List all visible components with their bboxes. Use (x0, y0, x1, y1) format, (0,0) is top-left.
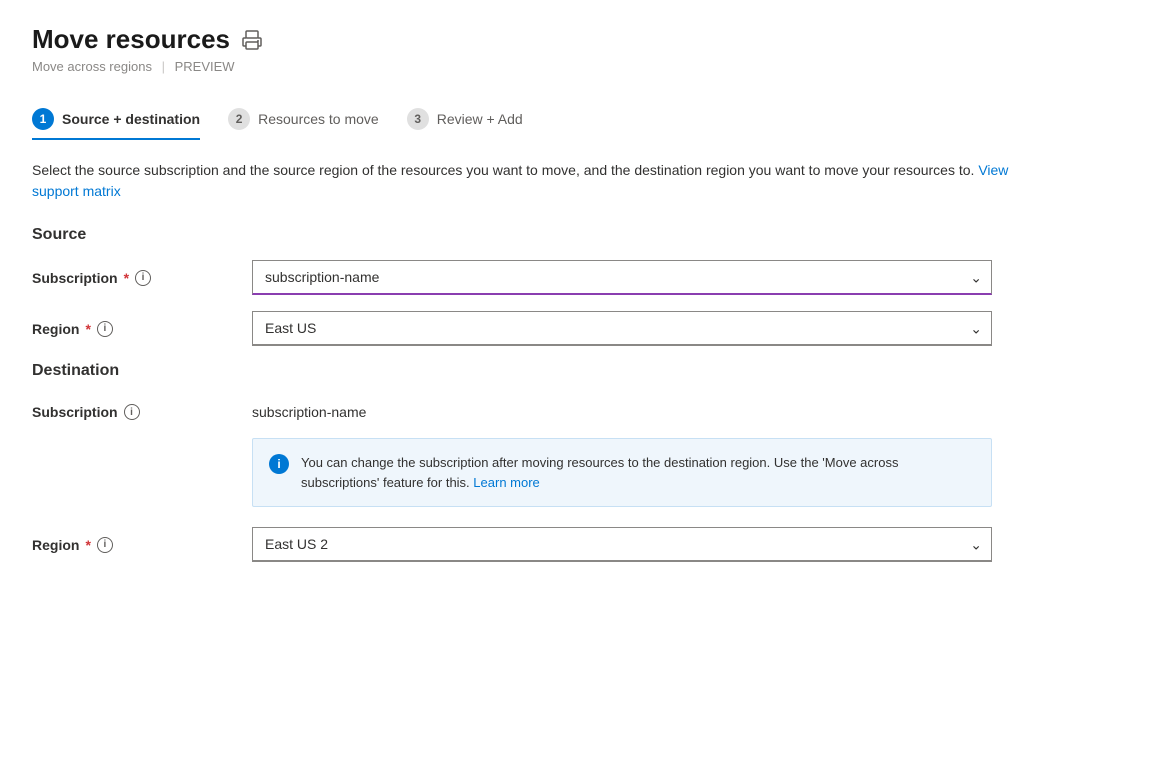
source-subscription-label: Subscription * i (32, 270, 252, 286)
destination-section-heading: Destination (32, 362, 1117, 380)
info-box-text: You can change the subscription after mo… (301, 453, 975, 492)
source-subscription-info-icon[interactable]: i (135, 270, 151, 286)
source-region-control: East US West US West US 2 East US 2 ⌄ (252, 311, 992, 346)
destination-region-row: Region * i East US 2 East US West US Wes… (32, 527, 1117, 562)
page-container: Move resources Move across regions | PRE… (0, 0, 1149, 761)
source-subscription-row: Subscription * i subscription-name ⌄ (32, 260, 1117, 295)
source-region-required: * (85, 321, 90, 337)
step-3-badge: 3 (407, 108, 429, 130)
page-title: Move resources (32, 24, 230, 55)
source-region-dropdown[interactable]: East US West US West US 2 East US 2 (252, 311, 992, 346)
step-1-badge: 1 (32, 108, 54, 130)
source-region-dropdown-wrapper: East US West US West US 2 East US 2 ⌄ (252, 311, 992, 346)
print-icon[interactable] (242, 30, 262, 55)
destination-region-info-icon[interactable]: i (97, 537, 113, 553)
step-2-badge: 2 (228, 108, 250, 130)
destination-subscription-right: subscription-name i You can change the s… (252, 396, 992, 523)
destination-region-dropdown[interactable]: East US 2 East US West US West US 2 (252, 527, 992, 562)
page-header: Move resources (32, 24, 1117, 55)
destination-region-dropdown-wrapper: East US 2 East US West US West US 2 ⌄ (252, 527, 992, 562)
destination-subscription-info-icon[interactable]: i (124, 404, 140, 420)
source-region-info-icon[interactable]: i (97, 321, 113, 337)
description-text: Select the source subscription and the s… (32, 160, 1032, 202)
source-region-label: Region * i (32, 321, 252, 337)
source-subscription-required: * (124, 270, 129, 286)
tab-review-add[interactable]: 3 Review + Add (407, 98, 543, 140)
destination-region-label: Region * i (32, 537, 252, 553)
tab-1-label: Source + destination (62, 111, 200, 127)
info-box-icon: i (269, 454, 289, 474)
tab-2-label: Resources to move (258, 111, 379, 127)
destination-subscription-label: Subscription i (32, 396, 252, 420)
source-region-row: Region * i East US West US West US 2 Eas… (32, 311, 1117, 346)
source-subscription-control: subscription-name ⌄ (252, 260, 992, 295)
destination-subscription-row: Subscription i subscription-name i You c… (32, 396, 1117, 523)
destination-region-control: East US 2 East US West US West US 2 ⌄ (252, 527, 992, 562)
wizard-tabs: 1 Source + destination 2 Resources to mo… (32, 98, 1117, 140)
tab-source-destination[interactable]: 1 Source + destination (32, 98, 220, 140)
page-subtitle: Move across regions | PREVIEW (32, 59, 1117, 74)
source-subscription-dropdown-wrapper: subscription-name ⌄ (252, 260, 992, 295)
source-subscription-dropdown[interactable]: subscription-name (252, 260, 992, 295)
learn-more-link[interactable]: Learn more (473, 475, 539, 490)
destination-region-required: * (85, 537, 90, 553)
destination-info-box: i You can change the subscription after … (252, 438, 992, 507)
tab-3-label: Review + Add (437, 111, 523, 127)
source-section-heading: Source (32, 226, 1117, 244)
destination-subscription-value: subscription-name (252, 396, 992, 428)
tab-resources-to-move[interactable]: 2 Resources to move (228, 98, 399, 140)
